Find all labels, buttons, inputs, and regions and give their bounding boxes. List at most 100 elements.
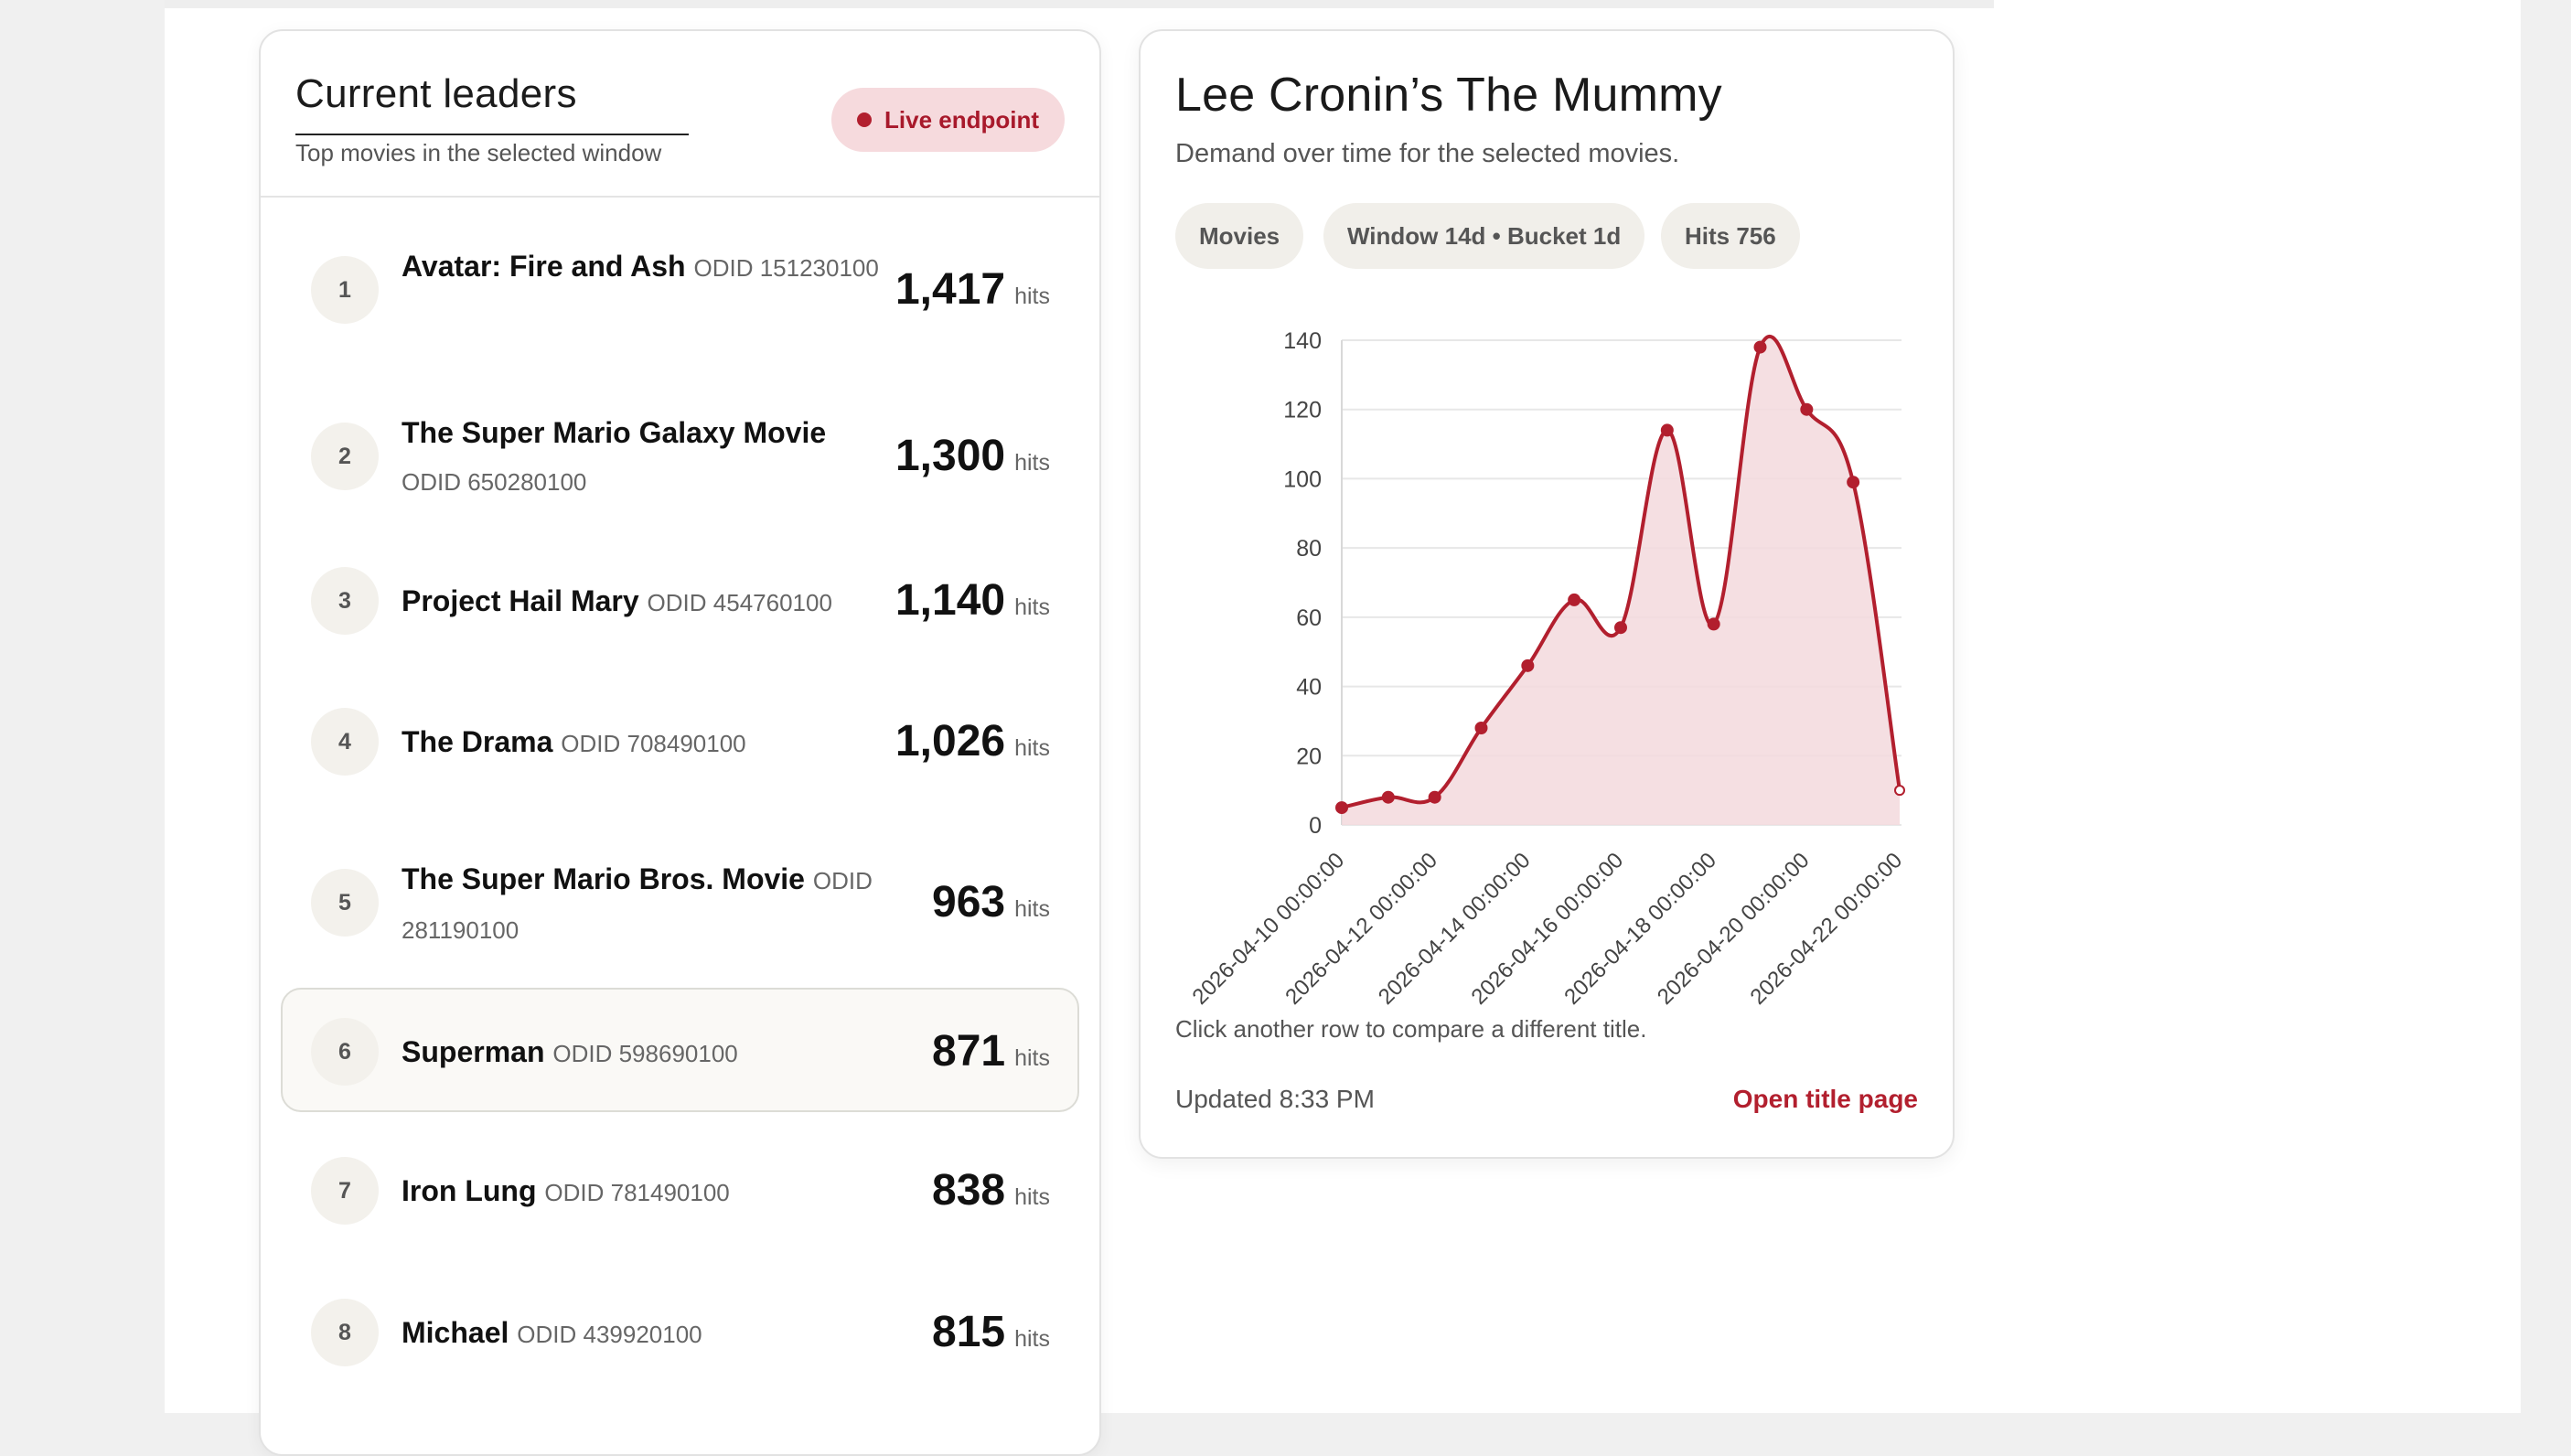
hits-unit: hits [1014,450,1050,476]
x-tick-label: 2026-04-14 00:00:00 [1374,848,1536,1010]
live-dot-icon [857,112,872,127]
x-tick-label: 2026-04-22 00:00:00 [1746,848,1908,1010]
hits-value: 1,300 [894,432,1006,480]
hits-value: 871 [932,1027,1006,1076]
live-endpoint-badge: Live endpoint [831,88,1065,152]
hits-value: 1,140 [894,576,1006,625]
leaders-title: Current leaders [295,71,577,116]
x-tick-label: 2026-04-16 00:00:00 [1467,848,1629,1010]
hits-unit: hits [1014,735,1050,761]
detail-title: Lee Cronin’s The Mummy [1175,69,1722,122]
leaders-subtitle: Top movies in the selected window [295,139,662,166]
hits-unit: hits [1014,594,1050,620]
data-point [1474,722,1488,734]
movie-name: The Drama [402,725,553,758]
hits-count: 1,140 hits [895,575,1050,626]
pill-window: Window 14d • Bucket 1d [1323,203,1645,269]
movie-info: The Super Mario Bros. Movie ODID 2811901… [402,855,886,954]
movie-name: The Super Mario Bros. Movie [402,862,805,895]
detail-subtitle: Demand over time for the selected movies… [1175,139,1680,168]
data-point [1800,402,1814,416]
rank-badge: 6 [311,1018,379,1086]
y-tick-label: 0 [1309,813,1322,839]
rank-badge: 4 [311,708,379,776]
movie-name: Michael [402,1316,509,1349]
movie-info: Avatar: Fire and Ash ODID 151230100 [402,242,886,292]
movie-odid: ODID 598690100 [552,1040,738,1067]
y-tick-label: 40 [1296,675,1322,701]
leader-row[interactable]: 4 The Drama ODID 708490100 1,026 hits [281,680,1079,799]
x-tick-label: 2026-04-18 00:00:00 [1559,848,1721,1010]
data-point [1521,658,1535,672]
movie-name: Superman [402,1035,545,1068]
movie-info: Superman ODID 598690100 [402,1028,886,1077]
hits-unit: hits [1014,896,1050,922]
y-tick-label: 20 [1296,744,1322,769]
hits-count: 815 hits [932,1307,1050,1357]
rank-badge: 3 [311,567,379,635]
data-point [1660,423,1674,437]
rank-badge: 2 [311,423,379,490]
movie-info: The Drama ODID 708490100 [402,718,886,767]
hits-count: 871 hits [932,1026,1050,1076]
leader-row[interactable]: 3 Project Hail Mary ODID 454760100 1,140 hi… [281,540,1079,658]
movie-info: The Super Mario Galaxy Movie ODID 6502801… [402,409,886,506]
movie-name: Avatar: Fire and Ash [402,250,686,283]
movie-odid: ODID 439920100 [517,1321,702,1348]
data-point [1614,621,1627,635]
top-strip [165,0,1994,8]
data-point [1894,785,1905,797]
y-tick-label: 80 [1296,536,1322,562]
movie-info: Iron Lung ODID 781490100 [402,1167,886,1216]
x-tick-label: 2026-04-12 00:00:00 [1280,848,1442,1010]
y-tick-label: 60 [1296,605,1322,631]
movie-info: Michael ODID 439920100 [402,1309,886,1358]
hits-value: 1,417 [894,265,1006,314]
x-tick-label: 2026-04-10 00:00:00 [1188,848,1350,1010]
pill-hits: Hits 756 [1661,203,1800,269]
movie-info: Project Hail Mary ODID 454760100 [402,577,886,626]
hits-unit: hits [1014,1326,1050,1352]
movie-odid: ODID 454760100 [647,589,832,616]
rank-badge: 1 [311,256,379,324]
hits-count: 1,300 hits [895,431,1050,481]
hits-value: 838 [932,1166,1006,1215]
movie-odid: ODID 781490100 [544,1179,730,1206]
leader-row[interactable]: 1 Avatar: Fire and Ash ODID 151230100 1,41… [281,219,1079,357]
data-point [1847,476,1860,489]
hits-value: 963 [932,878,1006,926]
hits-count: 1,026 hits [895,716,1050,766]
data-point [1568,593,1581,606]
hits-value: 1,026 [894,717,1006,765]
hits-unit: hits [1014,284,1050,309]
leader-row[interactable]: 7 Iron Lung ODID 781490100 838 hits [281,1129,1079,1248]
y-tick-label: 120 [1283,398,1322,423]
title-detail-card: Lee Cronin’s The Mummy Demand over time … [1139,29,1955,1159]
rank-badge: 7 [311,1157,379,1225]
leaders-title-underline [295,134,689,135]
chart-footnote: Click another row to compare a different… [1175,1015,1647,1043]
movie-name: Project Hail Mary [402,584,639,617]
hits-unit: hits [1014,1184,1050,1210]
data-point [1335,801,1348,815]
leader-row[interactable]: 6 Superman ODID 598690100 871 hits [281,988,1079,1112]
y-tick-label: 140 [1283,328,1322,354]
leader-row[interactable]: 2 The Super Mario Galaxy Movie ODID 650280… [281,386,1079,523]
data-point [1753,340,1767,354]
movie-name: Iron Lung [402,1174,537,1207]
leader-row[interactable]: 8 Michael ODID 439920100 815 hits [281,1271,1079,1390]
hits-count: 963 hits [932,877,1050,927]
leaders-header: Current leaders Top movies in the select… [261,31,1099,198]
live-endpoint-label: Live endpoint [884,105,1039,134]
updated-time: Updated 8:33 PM [1175,1085,1375,1113]
movie-odid: ODID 151230100 [693,254,879,282]
pill-movies: Movies [1175,203,1304,269]
open-title-page-link[interactable]: Open title page [1733,1085,1918,1114]
data-point [1428,790,1441,804]
rank-badge: 5 [311,869,379,937]
rank-badge: 8 [311,1299,379,1366]
hits-count: 1,417 hits [895,264,1050,315]
data-point [1381,790,1395,804]
movie-odid: ODID 650280100 [402,468,587,496]
leader-row[interactable]: 5 The Super Mario Bros. Movie ODID 281190… [281,832,1079,969]
